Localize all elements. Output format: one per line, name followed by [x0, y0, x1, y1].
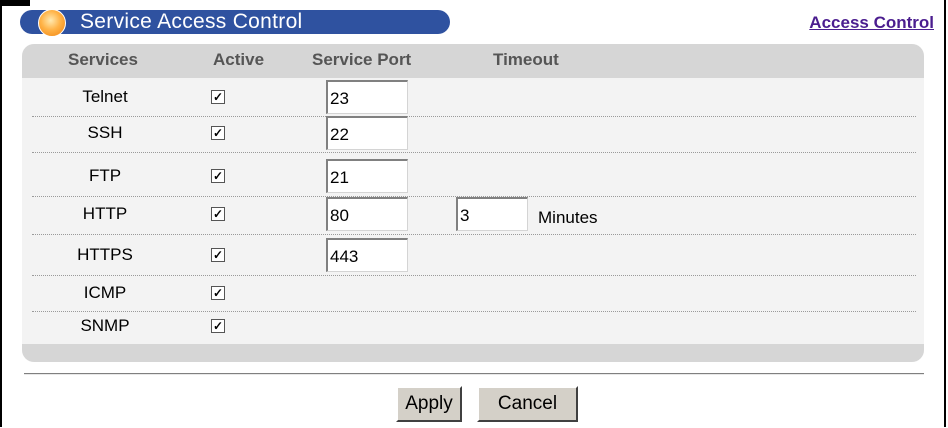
apply-button[interactable]: Apply — [396, 386, 462, 422]
port-input-ssh[interactable] — [326, 116, 408, 150]
timeout-input-http[interactable] — [456, 197, 528, 231]
active-checkbox-snmp[interactable]: ✓ — [211, 319, 225, 333]
column-header-timeout: Timeout — [493, 50, 559, 69]
active-checkbox-telnet[interactable]: ✓ — [211, 90, 225, 104]
active-checkbox-https[interactable]: ✓ — [211, 248, 225, 262]
row-separator — [32, 116, 916, 117]
divider — [24, 373, 924, 375]
column-header-service-port: Service Port — [312, 50, 412, 69]
row-separator — [32, 152, 916, 153]
active-checkbox-icmp[interactable]: ✓ — [211, 286, 225, 300]
cancel-button[interactable]: Cancel — [477, 386, 578, 422]
page-title: Service Access Control — [80, 10, 303, 33]
row-separator — [32, 234, 916, 235]
column-header-services: Services — [68, 50, 138, 69]
active-checkbox-ftp[interactable]: ✓ — [211, 169, 225, 183]
active-checkbox-ssh[interactable]: ✓ — [211, 126, 225, 140]
port-input-ftp[interactable] — [326, 159, 408, 193]
table-header — [22, 44, 924, 78]
table-footer — [22, 344, 924, 362]
orb-icon — [38, 9, 66, 37]
service-name-http: HTTP — [82, 204, 128, 223]
figure-caption-fragment — [0, 0, 30, 6]
port-input-https[interactable] — [326, 238, 408, 272]
active-checkbox-http[interactable]: ✓ — [211, 207, 225, 221]
service-name-icmp: ICMP — [83, 283, 127, 302]
timeout-unit-label: Minutes — [538, 208, 598, 227]
service-name-snmp: SNMP — [80, 316, 130, 335]
service-name-ftp: FTP — [88, 166, 122, 185]
service-name-ssh: SSH — [87, 123, 123, 142]
port-input-telnet[interactable] — [326, 80, 408, 114]
port-input-http[interactable] — [326, 197, 408, 231]
row-separator — [32, 275, 916, 276]
service-name-telnet: Telnet — [82, 87, 128, 106]
service-name-https: HTTPS — [77, 245, 133, 264]
column-header-active: Active — [213, 50, 265, 69]
access-control-link[interactable]: Access Control — [809, 13, 934, 33]
row-separator — [32, 311, 916, 312]
